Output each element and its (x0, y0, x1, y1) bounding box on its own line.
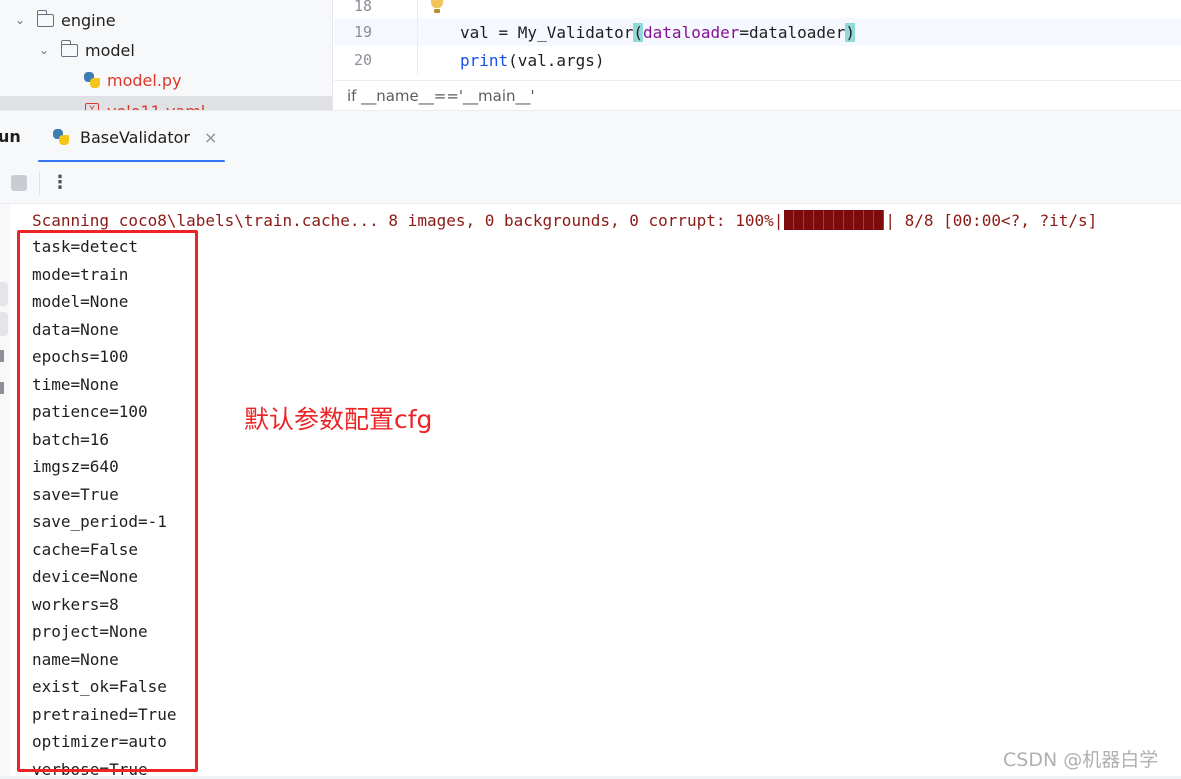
console-output[interactable]: Scanning coco8\labels\train.cache... 8 i… (32, 204, 1181, 779)
lightbulb-icon[interactable] (431, 0, 443, 8)
close-icon[interactable]: × (204, 128, 217, 147)
scan-text: Scanning coco8\labels\train.cache... 8 i… (32, 210, 784, 230)
annotation-box (17, 230, 198, 772)
tree-item-engine[interactable]: ⌄ engine (0, 5, 332, 35)
line-number: 18 (334, 0, 418, 20)
code-line[interactable]: val = My_Validator(dataloader =dataloader… (418, 18, 1181, 46)
yaml-file-icon: Y (85, 103, 99, 110)
tree-item-model[interactable]: ⌄ model (0, 35, 332, 65)
tree-item-label: model.py (107, 70, 182, 90)
tree-item-label: yolo11.yaml (107, 102, 205, 111)
folder-icon (36, 9, 54, 27)
code-token: val = My_Validator (460, 22, 634, 42)
code-token: ) (845, 22, 855, 42)
lightbulb-base (434, 9, 440, 13)
tab-label: BaseValidator (80, 127, 190, 147)
code-token: ( (633, 22, 644, 42)
run-tool-window-header: un BaseValidator × (0, 110, 1181, 163)
more-options-icon[interactable]: ⋮ (51, 170, 69, 196)
chevron-down-icon[interactable]: ⌄ (11, 13, 29, 27)
code-editor[interactable]: 18 19 val = My_Validator(dataloader =data… (334, 0, 1181, 110)
tab-basevalidator[interactable]: BaseValidator × (38, 111, 225, 163)
progress-bar (784, 210, 885, 230)
breadcrumb[interactable]: if __name__=='__main__' (334, 80, 1181, 110)
annotation-label: 默认参数配置cfg (244, 405, 433, 434)
tree-item-label: model (85, 40, 135, 60)
python-icon (52, 128, 70, 146)
project-tree: ⌄ engine ⌄ model model.py Y yolo11.yaml (0, 0, 333, 110)
side-button[interactable] (0, 282, 8, 306)
side-button[interactable] (0, 312, 8, 336)
toolbar-divider (39, 171, 40, 195)
side-marker-icon[interactable] (0, 350, 4, 362)
python-file-icon (83, 71, 101, 89)
line-number: 20 (334, 46, 418, 74)
code-token: (val.args) (508, 50, 605, 70)
watermark: CSDN @机器白学 (1003, 749, 1159, 771)
code-token: =dataloader (739, 22, 846, 42)
code-line[interactable]: print (val.args) (418, 46, 1181, 74)
console-side-toolbar (0, 204, 10, 779)
tree-item-model-py[interactable]: model.py (0, 65, 332, 95)
side-marker-icon[interactable] (0, 382, 4, 394)
stop-icon[interactable] (11, 175, 27, 191)
folder-icon (60, 39, 78, 57)
tree-item-yaml[interactable]: Y yolo11.yaml (0, 96, 332, 110)
run-toolbar: ⋮ (0, 162, 1181, 204)
chevron-down-icon[interactable]: ⌄ (35, 43, 53, 57)
scan-text: | 8/8 [00:00<?, ?it/s] (885, 210, 1098, 230)
code-token: dataloader (643, 22, 740, 42)
run-panel-title: un (0, 127, 21, 146)
code-token: print (460, 50, 509, 70)
line-number: 19 (334, 18, 418, 46)
scan-progress-line: Scanning coco8\labels\train.cache... 8 i… (32, 208, 1097, 232)
tree-item-label: engine (61, 10, 116, 30)
